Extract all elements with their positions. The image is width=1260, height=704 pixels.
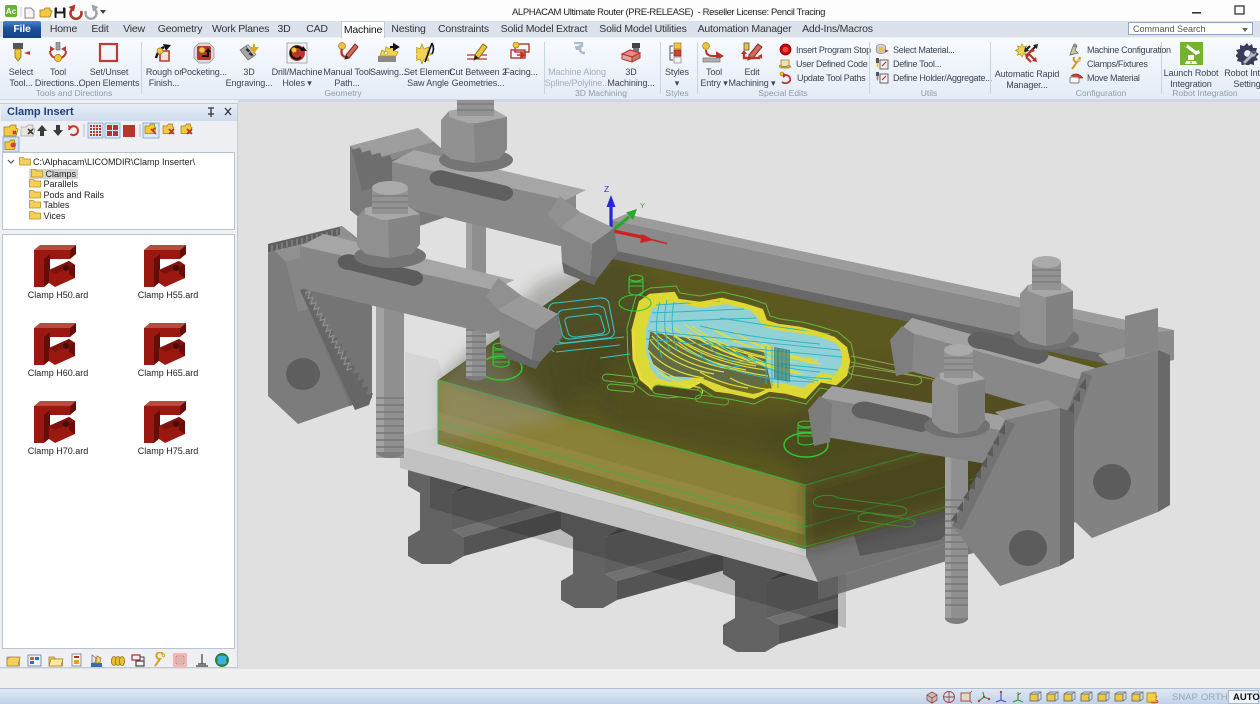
svg-text:Clamp H75.ard: Clamp H75.ard: [138, 446, 199, 456]
svg-text:Y: Y: [640, 201, 645, 210]
svg-text:Z: Z: [604, 184, 609, 194]
svg-text:Clamp H50.ard: Clamp H50.ard: [28, 290, 89, 300]
svg-text:Clamp H65.ard: Clamp H65.ard: [138, 368, 199, 378]
svg-text:Clamp H60.ard: Clamp H60.ard: [28, 368, 89, 378]
svg-text:Clamp H70.ard: Clamp H70.ard: [28, 446, 89, 456]
svg-text:Clamp H55.ard: Clamp H55.ard: [138, 290, 199, 300]
svg-text:Ac: Ac: [6, 7, 17, 16]
